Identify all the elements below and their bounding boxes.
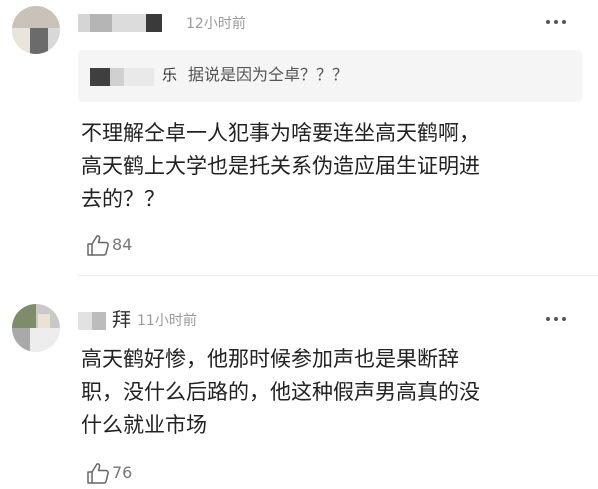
thumbs-up-icon (87, 463, 109, 484)
comment-line: 去的？？ (81, 187, 165, 211)
like-button[interactable]: 76 (86, 462, 146, 484)
comment-line: 高天鹤上大学也是托关系伪造应届生证明进 (81, 154, 480, 178)
comment-line: 什么就业市场 (81, 413, 207, 437)
avatar[interactable] (12, 304, 60, 352)
thumbs-up-icon (87, 235, 109, 256)
comment-text: 不理解仝卓一人犯事为啥要连坐高天鹤啊， 高天鹤上大学也是托关系伪造应届生证明进 … (81, 117, 480, 216)
comment-text: 高天鹤好惨，他那时候参加声也是果断辞 职，没什么后路的，他这种假声男高真的没 什… (81, 343, 480, 442)
comment-line: 高天鹤好惨，他那时候参加声也是果断辞 (81, 347, 459, 371)
comment-item: 拜 11小时前 高天鹤好惨，他那时候参加声也是果断辞 职，没什么后路的，他这种假… (0, 276, 598, 489)
avatar[interactable] (12, 6, 60, 54)
like-button[interactable]: 84 (86, 234, 146, 256)
username-redacted[interactable] (78, 308, 112, 332)
more-options-icon[interactable] (546, 19, 568, 27)
quoted-username-redacted (90, 66, 160, 88)
like-count: 84 (112, 235, 133, 254)
quoted-text: 据说是因为仝卓？？？ (188, 65, 349, 84)
username-fragment: 拜 (112, 309, 132, 331)
quoted-username-fragment: 乐 (162, 66, 178, 84)
comment-item: 12小时前 乐 据说是因为仝卓？？？ 不理解仝卓一人犯事为啥要连坐高天鹤啊， 高… (0, 0, 598, 276)
comment-line: 不理解仝卓一人犯事为啥要连坐高天鹤啊， (81, 121, 480, 145)
quoted-reply[interactable]: 乐 据说是因为仝卓？？？ (78, 50, 582, 102)
comment-time: 11小时前 (137, 313, 197, 329)
comment-line: 职，没什么后路的，他这种假声男高真的没 (81, 380, 480, 404)
username-redacted[interactable] (78, 12, 174, 34)
like-count: 76 (112, 463, 133, 482)
comment-time: 12小时前 (186, 16, 246, 32)
more-options-icon[interactable] (546, 316, 568, 324)
